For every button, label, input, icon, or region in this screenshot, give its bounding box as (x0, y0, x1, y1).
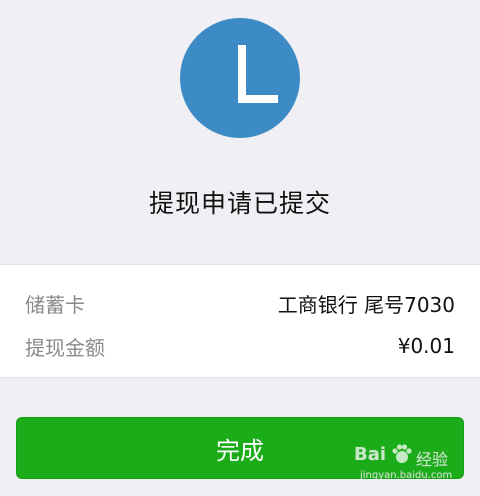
baidu-jingyan-watermark: Bai 经验 jingyan.baidu.com (354, 440, 474, 490)
amount-label: 提现金额 (25, 335, 105, 360)
amount-value: ¥0.01 (397, 334, 455, 358)
clock-icon (180, 18, 300, 138)
clock-hands-graphic (238, 45, 278, 103)
card-type-label: 储蓄卡 (25, 292, 85, 317)
withdrawal-details: 储蓄卡 工商银行 尾号7030 提现金额 ¥0.01 (0, 264, 480, 378)
detail-row-card: 储蓄卡 工商银行 尾号7030 (25, 285, 455, 321)
card-value: 工商银行 尾号7030 (277, 292, 455, 317)
watermark-product: 经验 (416, 450, 449, 469)
detail-row-amount: 提现金额 ¥0.01 (25, 328, 455, 364)
watermark-brand: Bai (354, 444, 387, 465)
watermark-url: jingyan.baidu.com (360, 470, 453, 481)
paw-icon (392, 444, 412, 463)
page-title: 提现申请已提交 (148, 189, 331, 218)
